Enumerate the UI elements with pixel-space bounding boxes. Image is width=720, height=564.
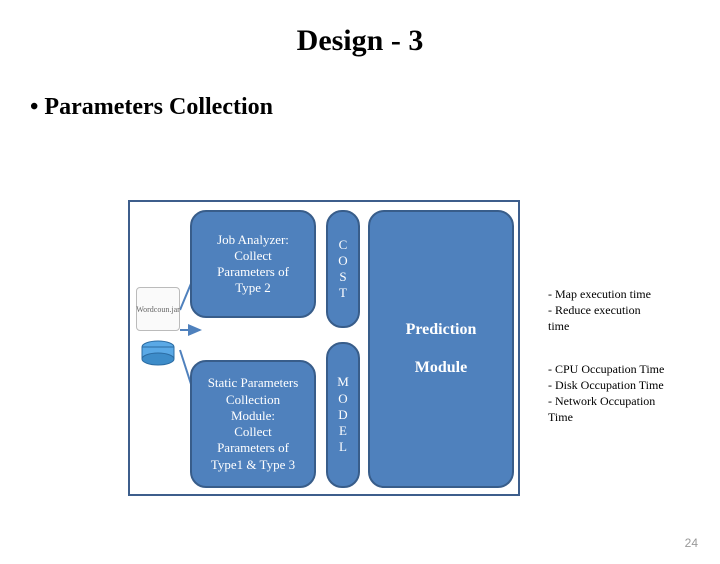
- model-box: M O D E L: [326, 342, 360, 488]
- input-icons: Wordcoun.jar: [136, 287, 184, 369]
- slide-number: 24: [685, 536, 698, 550]
- module-label: Module: [415, 358, 467, 378]
- jar-icon: Wordcoun.jar: [136, 287, 180, 331]
- slide-title: Design - 3: [0, 24, 720, 58]
- cost-label: C O S T: [338, 237, 347, 302]
- disk-icon: [136, 337, 180, 369]
- bullet-heading: Parameters Collection: [30, 94, 720, 121]
- cost-box: C O S T: [326, 210, 360, 328]
- model-label: M O D E L: [337, 374, 349, 455]
- outputs-list: - Map execution time - Reduce execution …: [548, 286, 708, 451]
- diagram-container: Wordcoun.jar Job Analyzer: Collect Param…: [128, 200, 520, 496]
- prediction-label: Prediction: [406, 320, 477, 340]
- job-analyzer-label: Job Analyzer: Collect Parameters of Type…: [217, 232, 289, 297]
- output-execution-times: - Map execution time - Reduce execution …: [548, 286, 708, 335]
- static-params-box: Static Parameters Collection Module: Col…: [190, 360, 316, 488]
- output-occupation-times: - CPU Occupation Time - Disk Occupation …: [548, 361, 708, 426]
- job-analyzer-box: Job Analyzer: Collect Parameters of Type…: [190, 210, 316, 318]
- prediction-module-box: Prediction Module: [368, 210, 514, 488]
- static-params-label: Static Parameters Collection Module: Col…: [208, 375, 299, 473]
